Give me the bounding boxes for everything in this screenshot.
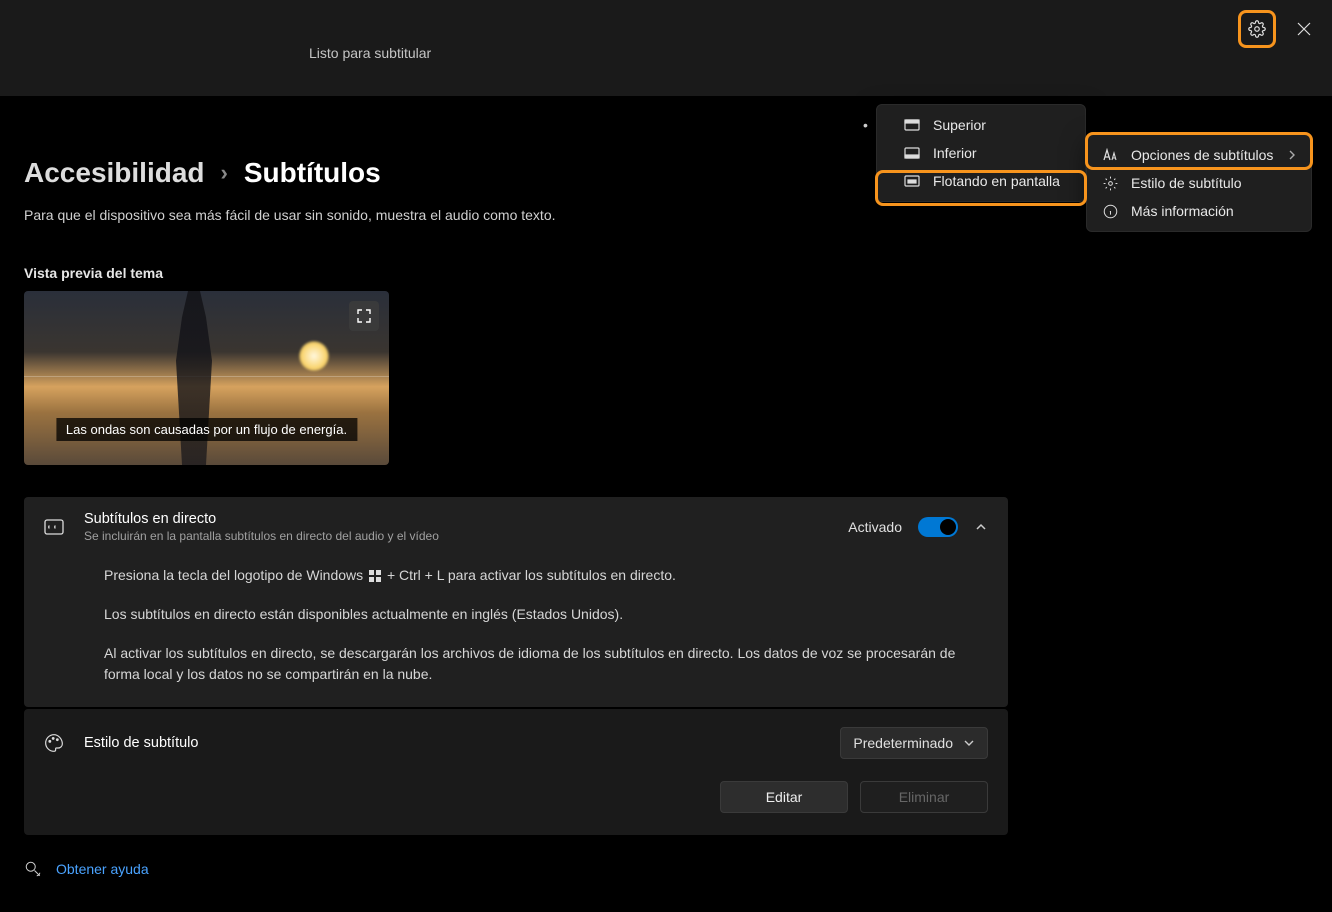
- dock-bottom-icon: [903, 147, 921, 159]
- caption-status: Listo para subtitular: [309, 45, 431, 61]
- gear-small-icon: [1101, 176, 1119, 191]
- live-captions-subtitle: Se incluirán en la pantalla subtítulos e…: [84, 529, 830, 543]
- expand-icon: [357, 309, 371, 323]
- help-label: Obtener ayuda: [56, 861, 149, 877]
- titlebar-actions: [1238, 10, 1324, 48]
- edit-button[interactable]: Editar: [720, 781, 848, 813]
- live-captions-toggle[interactable]: [918, 517, 958, 537]
- menu-item-label: Más información: [1131, 203, 1234, 219]
- palette-icon: [42, 733, 66, 753]
- caption-style-dropdown[interactable]: Predeterminado: [840, 727, 988, 759]
- live-captions-header[interactable]: Subtítulos en directo Se incluirán en la…: [24, 497, 1008, 557]
- captions-icon: [42, 519, 66, 535]
- menu-item-label: Superior: [933, 117, 986, 133]
- menu-item-style[interactable]: Estilo de subtítulo: [1087, 169, 1311, 197]
- text-size-icon: [1101, 148, 1119, 162]
- chevron-up-icon: [974, 520, 988, 534]
- preview-sun: [299, 341, 329, 371]
- breadcrumb-current: Subtítulos: [244, 157, 381, 189]
- delete-button: Eliminar: [860, 781, 988, 813]
- live-captions-body: Presiona la tecla del logotipo de Window…: [24, 557, 1008, 707]
- settings-button[interactable]: [1238, 10, 1276, 48]
- menu-item-top[interactable]: • Superior: [877, 111, 1085, 139]
- close-icon: [1297, 22, 1311, 36]
- preview-caption: Las ondas son causadas por un flujo de e…: [56, 418, 357, 441]
- live-captions-tip: Presiona la tecla del logotipo de Window…: [104, 565, 988, 586]
- close-button[interactable]: [1284, 10, 1324, 48]
- caption-style-title: Estilo de subtítulo: [84, 735, 822, 751]
- menu-item-label: Opciones de subtítulos: [1131, 147, 1273, 163]
- info-icon: [1101, 204, 1119, 219]
- expand-preview-button[interactable]: [349, 301, 379, 331]
- position-menu: • Superior Inferior Flotando en pantalla: [876, 104, 1086, 202]
- settings-panel: Subtítulos en directo Se incluirán en la…: [24, 497, 1008, 835]
- get-help-link[interactable]: Obtener ayuda: [24, 860, 149, 878]
- dropdown-value: Predeterminado: [853, 735, 953, 751]
- menu-item-bottom[interactable]: Inferior: [877, 139, 1085, 167]
- menu-item-caption-options[interactable]: Opciones de subtítulos: [1087, 141, 1311, 169]
- breadcrumb-parent[interactable]: Accesibilidad: [24, 157, 205, 189]
- menu-item-label: Inferior: [933, 145, 977, 161]
- preview-label: Vista previa del tema: [24, 265, 1332, 281]
- live-captions-privacy: Al activar los subtítulos en directo, se…: [104, 643, 988, 685]
- windows-key-icon: [369, 570, 381, 582]
- selected-bullet-icon: •: [863, 117, 868, 133]
- caption-bar: Listo para subtitular: [0, 0, 1332, 97]
- menu-item-more-info[interactable]: Más información: [1087, 197, 1311, 225]
- chevron-right-icon: [1287, 150, 1297, 160]
- menu-item-floating[interactable]: Flotando en pantalla: [877, 167, 1085, 195]
- dock-top-icon: [903, 119, 921, 131]
- floating-icon: [903, 175, 921, 187]
- live-captions-card: Subtítulos en directo Se incluirán en la…: [24, 497, 1008, 707]
- live-captions-title: Subtítulos en directo: [84, 511, 830, 527]
- chevron-down-icon: [963, 737, 975, 749]
- settings-menu: Opciones de subtítulos Estilo de subtítu…: [1086, 134, 1312, 232]
- help-icon: [24, 860, 42, 878]
- live-captions-availability: Los subtítulos en directo están disponib…: [104, 604, 988, 625]
- theme-preview: Las ondas son causadas por un flujo de e…: [24, 291, 389, 465]
- toggle-status: Activado: [848, 519, 902, 535]
- breadcrumb-separator: ›: [221, 160, 228, 186]
- menu-item-label: Estilo de subtítulo: [1131, 175, 1242, 191]
- caption-style-card: Estilo de subtítulo Predeterminado Edita…: [24, 709, 1008, 835]
- menu-item-label: Flotando en pantalla: [933, 173, 1060, 189]
- gear-icon: [1248, 20, 1266, 38]
